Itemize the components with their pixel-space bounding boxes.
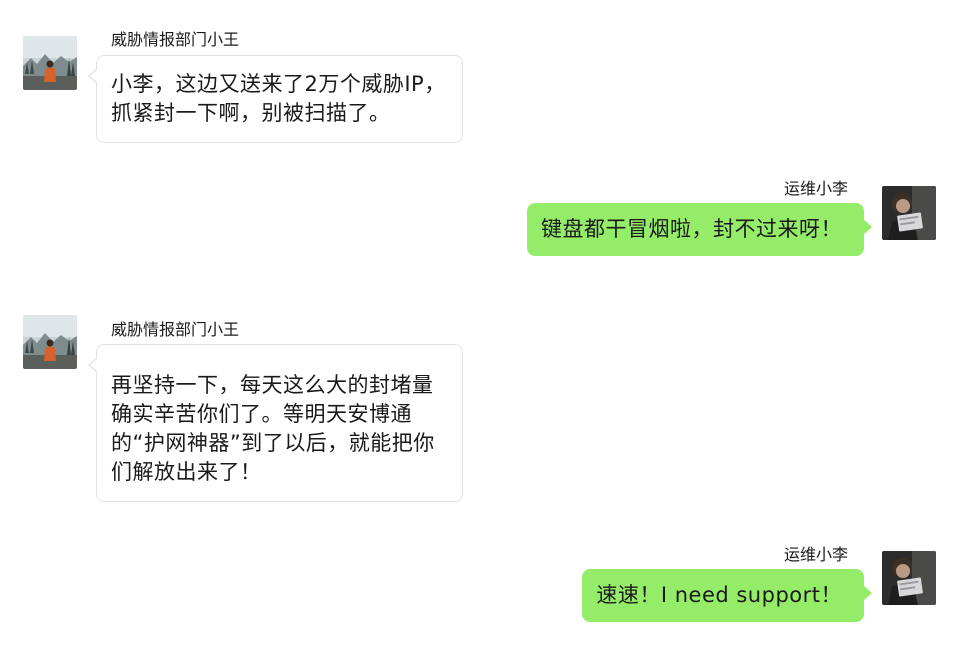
message-text: 小李，这边又送来了2万个威胁IP，抓紧封一下啊，别被扫描了。 <box>111 72 446 125</box>
message-bubble-outgoing[interactable]: 速速！I need support！ <box>582 569 872 622</box>
message-bubble-incoming[interactable]: 再坚持一下，每天这么大的封堵量确实辛苦你们了。等明天安博通的“护网神器”到了以后… <box>88 344 463 502</box>
message-bubble-incoming[interactable]: 小李，这边又送来了2万个威胁IP，抓紧封一下啊，别被扫描了。 <box>88 55 463 143</box>
sender-name: 运维小李 <box>783 179 848 198</box>
message-text: 再坚持一下，每天这么大的封堵量确实辛苦你们了。等明天安博通的“护网神器”到了以后… <box>111 373 435 484</box>
landscape-avatar-icon <box>23 315 77 369</box>
sender-avatar-xiaowang[interactable] <box>23 36 77 90</box>
person-photo-avatar-icon <box>882 551 936 605</box>
person-photo-avatar-icon <box>882 186 936 240</box>
message-bubble-outgoing[interactable]: 键盘都干冒烟啦，封不过来呀！ <box>527 203 872 256</box>
sender-name: 运维小李 <box>783 545 848 564</box>
sender-avatar-xiaowang[interactable] <box>23 315 77 369</box>
sender-avatar-xiaoli[interactable] <box>882 186 936 240</box>
message-text: 速速！I need support！ <box>596 583 842 607</box>
sender-avatar-xiaoli[interactable] <box>882 551 936 605</box>
sender-name: 威胁情报部门小王 <box>111 30 240 49</box>
message-text: 键盘都干冒烟啦，封不过来呀！ <box>541 217 842 241</box>
landscape-avatar-icon <box>23 36 77 90</box>
sender-name: 威胁情报部门小王 <box>111 320 240 339</box>
